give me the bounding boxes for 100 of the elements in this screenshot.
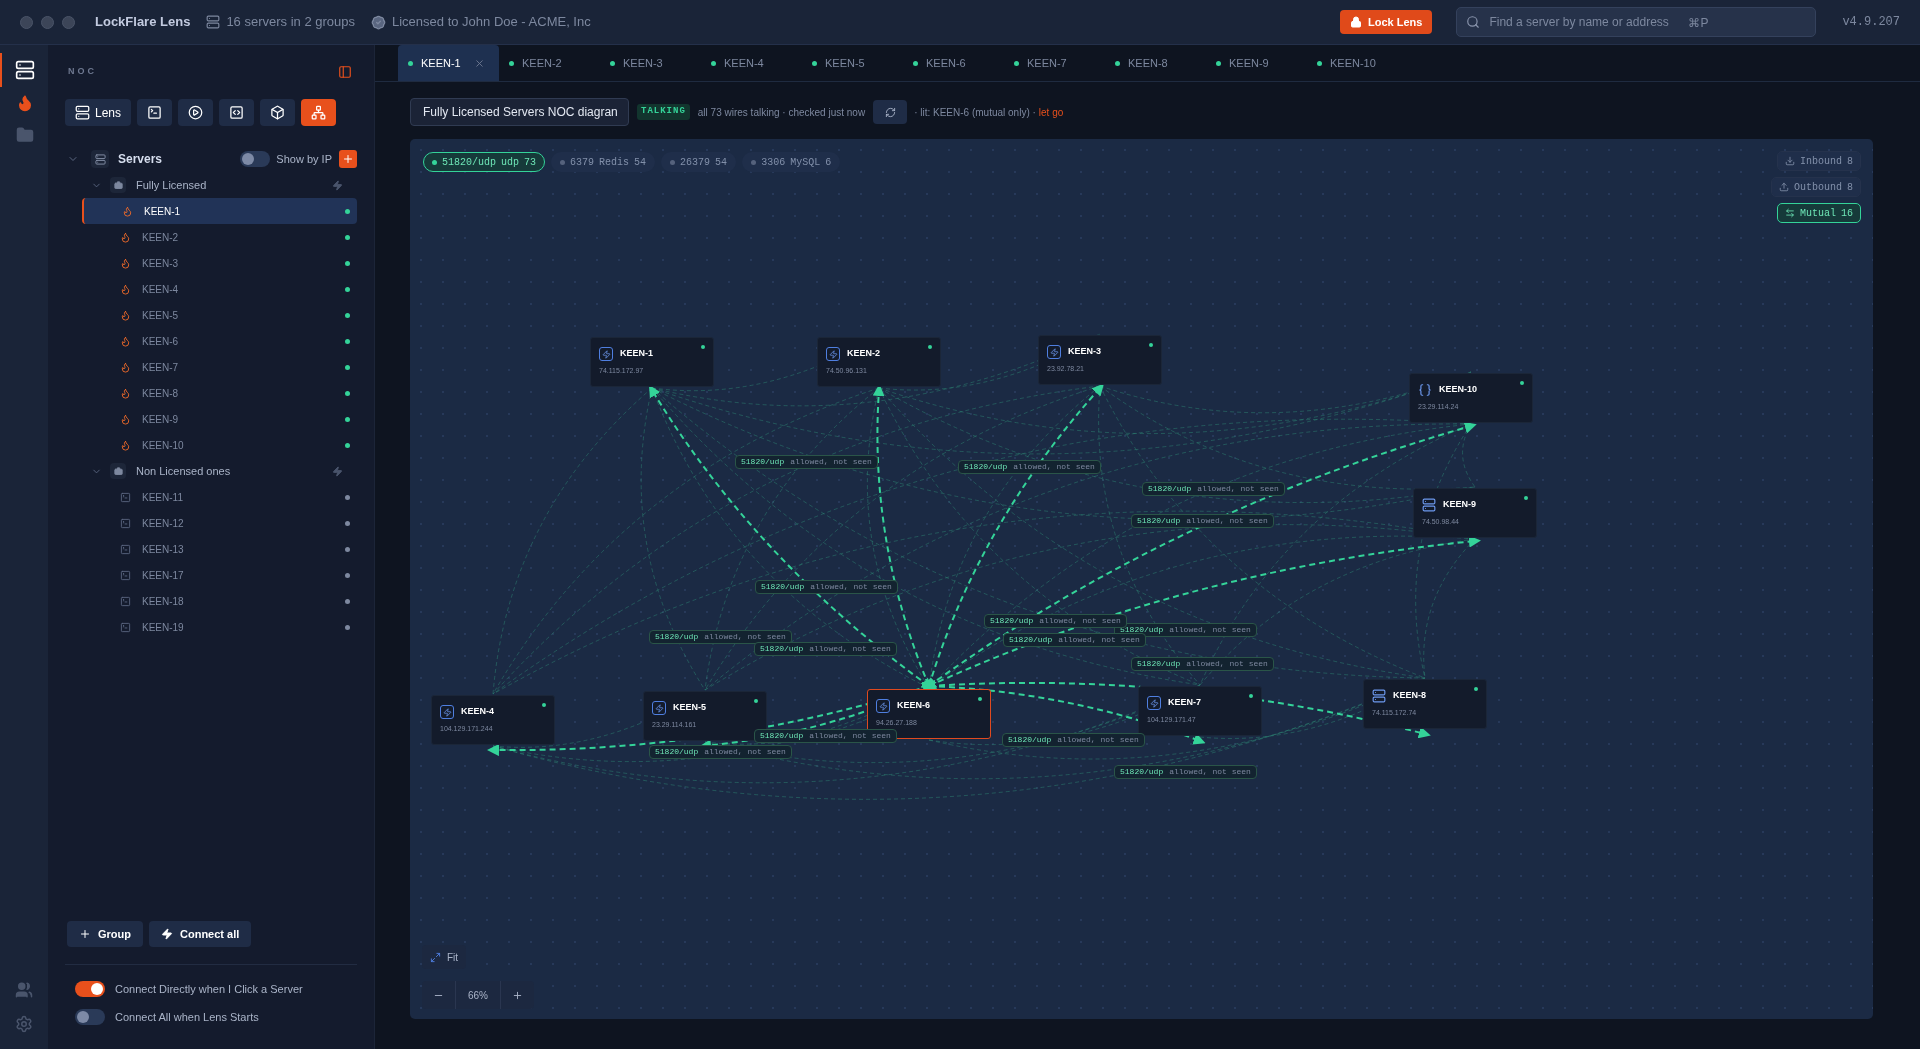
direction-filter-chip[interactable]: Mutual 16 <box>1776 203 1861 223</box>
lock-button[interactable]: Lock Lens <box>1340 10 1433 34</box>
server-item[interactable]: KEEN-10 <box>82 432 357 458</box>
show-by-ip-toggle[interactable] <box>240 151 271 167</box>
server-name: KEEN-11 <box>142 490 183 505</box>
flame-icon <box>120 361 131 373</box>
lens-button[interactable]: Lens <box>65 99 132 126</box>
server-item[interactable]: KEEN-4 <box>82 276 357 302</box>
direction-filter-chip[interactable]: Outbound 8 <box>1770 177 1861 197</box>
network-tool-button[interactable] <box>301 99 337 126</box>
server-tab[interactable]: KEEN-9 <box>1206 45 1307 81</box>
server-stack-icon <box>91 150 109 168</box>
code-tool-button[interactable] <box>219 99 255 126</box>
diagram-name-field[interactable]: Fully Licensed Servers NOC diagran <box>410 98 629 126</box>
server-icon <box>1372 689 1386 703</box>
node-name: KEEN-10 <box>1439 383 1477 397</box>
bolt-icon <box>1147 696 1161 710</box>
server-item[interactable]: KEEN-8 <box>82 380 357 406</box>
swap-arrows-icon <box>1784 208 1795 218</box>
server-name: KEEN-7 <box>142 360 179 375</box>
server-icon <box>15 60 35 80</box>
server-item[interactable]: KEEN-13 <box>82 536 357 562</box>
server-item[interactable]: KEEN-2 <box>82 224 357 250</box>
setting-toggle[interactable] <box>75 1008 105 1025</box>
port-filter-chip[interactable]: 6379 Redis 54 <box>551 152 656 172</box>
server-tab[interactable]: KEEN-2 <box>499 45 600 81</box>
node-name: KEEN-2 <box>847 347 880 361</box>
lightning-icon[interactable] <box>332 179 343 191</box>
wire-label: 51820/udp allowed, not seen <box>984 614 1127 628</box>
flame-icon <box>120 335 131 347</box>
terminal-icon <box>120 517 131 529</box>
play-icon <box>188 105 204 120</box>
add-button[interactable] <box>339 150 357 168</box>
server-tab[interactable]: KEEN-4 <box>701 45 802 81</box>
lock-icon <box>1350 16 1362 28</box>
server-item[interactable]: KEEN-18 <box>82 588 357 614</box>
play-tool-button[interactable] <box>178 99 214 126</box>
direction-filter-chip[interactable]: Inbound 8 <box>1776 151 1861 171</box>
server-tab[interactable]: KEEN-7 <box>1004 45 1105 81</box>
server-item[interactable]: KEEN-5 <box>82 302 357 328</box>
close-icon[interactable] <box>473 57 485 69</box>
panel-toggle-icon[interactable] <box>338 65 352 79</box>
terminal-tool-button[interactable] <box>137 99 173 126</box>
refresh-button[interactable] <box>873 100 908 124</box>
server-tab[interactable]: KEEN-3 <box>600 45 701 81</box>
add-group-button[interactable]: Group <box>67 921 143 947</box>
port-filter-chip[interactable]: 51820/udp udp 73 <box>423 152 546 172</box>
server-name: KEEN-18 <box>142 594 184 609</box>
server-name: KEEN-6 <box>142 334 179 349</box>
let-go-link[interactable]: let go <box>1038 104 1064 120</box>
window-control[interactable] <box>20 15 33 29</box>
bolt-icon <box>652 701 666 715</box>
node-name: KEEN-6 <box>897 699 930 713</box>
window-control[interactable] <box>62 15 75 29</box>
terminal-icon <box>120 595 131 607</box>
server-item[interactable]: KEEN-9 <box>82 406 357 432</box>
flame-icon <box>120 387 131 399</box>
folder-icon <box>110 177 126 193</box>
lightning-icon <box>161 928 173 940</box>
server-name: KEEN-1 <box>144 204 181 219</box>
connect-all-button[interactable]: Connect all <box>149 921 252 947</box>
server-tab[interactable]: KEEN-8 <box>1105 45 1206 81</box>
port-filter-chip[interactable]: 3306 MySQL 6 <box>742 152 841 172</box>
flame-icon <box>16 94 34 112</box>
server-item[interactable]: KEEN-11 <box>82 484 357 510</box>
plus-icon <box>342 153 354 165</box>
setting-toggle[interactable] <box>75 981 105 998</box>
wire-label: 51820/udp allowed, not seen <box>1142 482 1285 496</box>
window-control[interactable] <box>41 15 54 29</box>
server-item[interactable]: KEEN-12 <box>82 510 357 536</box>
wire-label: 51820/udp allowed, not seen <box>1131 657 1274 671</box>
plus-icon <box>512 989 523 1001</box>
shortcut-hint: ⌘P <box>1688 15 1709 32</box>
flame-icon <box>120 439 131 451</box>
port-filter-chip[interactable]: 26379 54 <box>661 152 737 172</box>
fit-button[interactable]: Fit <box>422 945 467 969</box>
node-name: KEEN-7 <box>1168 696 1201 710</box>
server-tab[interactable]: KEEN-5 <box>802 45 903 81</box>
tab-label: KEEN-6 <box>926 55 966 71</box>
server-name: KEEN-5 <box>142 308 179 323</box>
lightning-icon[interactable] <box>332 465 343 477</box>
sidebar-title: NOC <box>68 65 97 79</box>
server-tab[interactable]: KEEN-6 <box>903 45 1004 81</box>
server-tab[interactable]: KEEN-10 <box>1307 45 1408 81</box>
flame-icon <box>120 257 131 269</box>
server-item[interactable]: KEEN-19 <box>82 614 357 640</box>
lens-icon <box>75 105 90 120</box>
box-tool-button[interactable] <box>260 99 296 126</box>
tab-label: KEEN-8 <box>1128 55 1168 71</box>
node-name: KEEN-8 <box>1393 689 1426 703</box>
status-text: all 73 wires talking · checked just now <box>697 105 866 120</box>
server-item[interactable]: KEEN-1 <box>82 198 357 224</box>
server-item[interactable]: KEEN-7 <box>82 354 357 380</box>
wire-label: 51820/udp allowed, not seen <box>1114 623 1257 637</box>
server-item[interactable]: KEEN-6 <box>82 328 357 354</box>
status-badge: TALKING <box>637 104 690 120</box>
server-item[interactable]: KEEN-3 <box>82 250 357 276</box>
lit-text: · lit: KEEN-6 (mutual only) · <box>914 105 1036 120</box>
server-tab[interactable]: KEEN-1 <box>398 45 499 81</box>
server-item[interactable]: KEEN-17 <box>82 562 357 588</box>
